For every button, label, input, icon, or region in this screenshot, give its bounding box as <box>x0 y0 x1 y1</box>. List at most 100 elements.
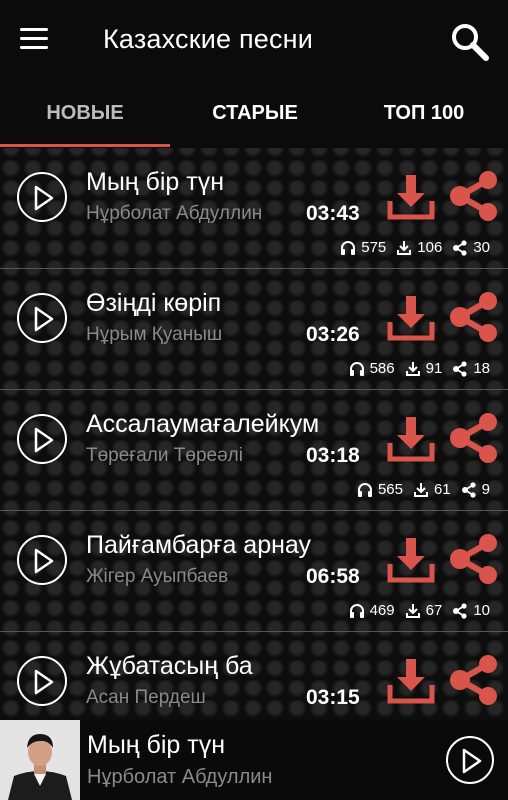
download-icon <box>387 175 435 220</box>
download-button[interactable] <box>387 536 435 584</box>
player-song-title: Мың бір түн <box>87 731 226 759</box>
share-icon <box>450 292 497 342</box>
download-button[interactable] <box>387 294 435 342</box>
song-duration: 03:15 <box>306 686 360 709</box>
active-tab-indicator <box>0 144 170 147</box>
share-small-icon <box>453 602 467 619</box>
tab-old[interactable]: СТАРЫЕ <box>170 102 340 125</box>
shares-stat: 9 <box>461 481 490 498</box>
downloads-stat: 61 <box>413 481 451 498</box>
listens-count: 565 <box>377 481 403 498</box>
share-button[interactable] <box>448 291 500 343</box>
share-small-icon <box>453 360 467 377</box>
downloads-count: 67 <box>425 602 443 619</box>
song-artist: Асан Пердеш <box>86 687 206 708</box>
download-icon <box>387 538 435 583</box>
play-icon <box>34 185 54 211</box>
song-stats: 586 91 18 <box>339 360 490 377</box>
listens-count: 469 <box>369 602 395 619</box>
song-artist: Нұрым Қуаныш <box>86 324 223 345</box>
now-playing-bar[interactable]: Мың бір түн Нұрболат Абдуллин <box>0 720 508 800</box>
listens-count: 575 <box>361 239 387 256</box>
play-button[interactable] <box>17 535 67 585</box>
song-artist: Төреғали Төреәлі <box>86 445 243 466</box>
share-small-icon <box>453 239 467 256</box>
listens-stat: 469 <box>349 602 395 619</box>
shares-count: 10 <box>473 602 490 619</box>
song-duration: 03:18 <box>306 444 360 467</box>
song-duration: 03:26 <box>306 323 360 346</box>
downloads-count: 61 <box>433 481 451 498</box>
player-play-button[interactable] <box>446 736 494 784</box>
song-row[interactable]: Өзіңді көріп Нұрым Қуаныш 03:26 586 91 1… <box>0 269 508 390</box>
share-button[interactable] <box>448 170 500 222</box>
song-stats: 469 67 10 <box>339 602 490 619</box>
song-row[interactable]: Ассалаумағалейкум Төреғали Төреәлі 03:18 <box>0 390 508 511</box>
share-icon <box>450 413 497 463</box>
download-button[interactable] <box>387 173 435 221</box>
listens-stat: 586 <box>349 360 395 377</box>
download-icon <box>387 659 435 704</box>
song-row[interactable]: Мың бір түн Нұрболат Абдуллин 03:43 575 … <box>0 148 508 269</box>
play-icon <box>34 669 54 695</box>
play-button[interactable] <box>17 656 67 706</box>
song-title: Мың бір түн <box>86 168 225 196</box>
hamburger-menu-icon[interactable] <box>20 28 48 50</box>
shares-count: 9 <box>481 481 490 498</box>
download-button[interactable] <box>387 415 435 463</box>
share-small-icon <box>461 481 476 498</box>
share-icon <box>450 534 497 584</box>
tab-top-100[interactable]: ТОП 100 <box>340 102 508 125</box>
song-title: Ассалаумағалейкум <box>86 410 320 438</box>
song-duration: 03:43 <box>306 202 360 225</box>
headphones-icon <box>357 482 372 497</box>
download-small-icon <box>405 361 420 376</box>
share-icon <box>450 171 497 221</box>
song-title: Өзіңді көріп <box>86 289 222 317</box>
shares-count: 18 <box>473 360 490 377</box>
download-button[interactable] <box>387 657 435 705</box>
headphones-icon <box>349 361 364 376</box>
download-small-icon <box>397 240 412 255</box>
shares-stat: 10 <box>452 602 490 619</box>
share-button[interactable] <box>448 533 500 585</box>
listens-stat: 565 <box>357 481 403 498</box>
song-title: Пайғамбарға арнау <box>86 531 312 559</box>
play-button[interactable] <box>17 414 67 464</box>
downloads-count: 106 <box>417 239 443 256</box>
download-small-icon <box>405 603 420 618</box>
song-stats: 565 61 9 <box>347 481 490 498</box>
song-row[interactable]: Пайғамбарға арнау Жігер Ауыпбаев 06:58 4… <box>0 511 508 632</box>
app-bar: Казахские песни <box>0 0 508 82</box>
shares-stat: 18 <box>452 360 490 377</box>
song-duration: 06:58 <box>306 565 360 588</box>
play-icon <box>462 748 482 774</box>
shares-stat: 30 <box>452 239 490 256</box>
headphones-icon <box>341 240 356 255</box>
shares-count: 30 <box>473 239 490 256</box>
play-icon <box>34 548 54 574</box>
download-small-icon <box>413 482 428 497</box>
headphones-icon <box>349 603 364 618</box>
listens-count: 586 <box>369 360 395 377</box>
downloads-stat: 67 <box>405 602 443 619</box>
play-icon <box>34 306 54 332</box>
listens-stat: 575 <box>340 239 386 256</box>
play-button[interactable] <box>17 172 67 222</box>
share-button[interactable] <box>448 412 500 464</box>
song-title: Жұбатасың ба <box>86 652 253 680</box>
tab-bar: НОВЫЕ СТАРЫЕ ТОП 100 <box>0 82 508 148</box>
search-icon[interactable] <box>450 22 490 62</box>
download-icon <box>387 417 435 462</box>
share-icon <box>450 655 497 705</box>
downloads-stat: 91 <box>405 360 443 377</box>
player-song-artist: Нұрболат Абдуллин <box>87 766 273 788</box>
tab-new[interactable]: НОВЫЕ <box>0 102 170 125</box>
album-art[interactable] <box>0 720 80 800</box>
downloads-count: 91 <box>425 360 443 377</box>
download-icon <box>387 296 435 341</box>
share-button[interactable] <box>448 654 500 706</box>
song-stats: 575 106 30 <box>330 239 490 256</box>
play-button[interactable] <box>17 293 67 343</box>
app-title: Казахские песни <box>103 24 314 54</box>
